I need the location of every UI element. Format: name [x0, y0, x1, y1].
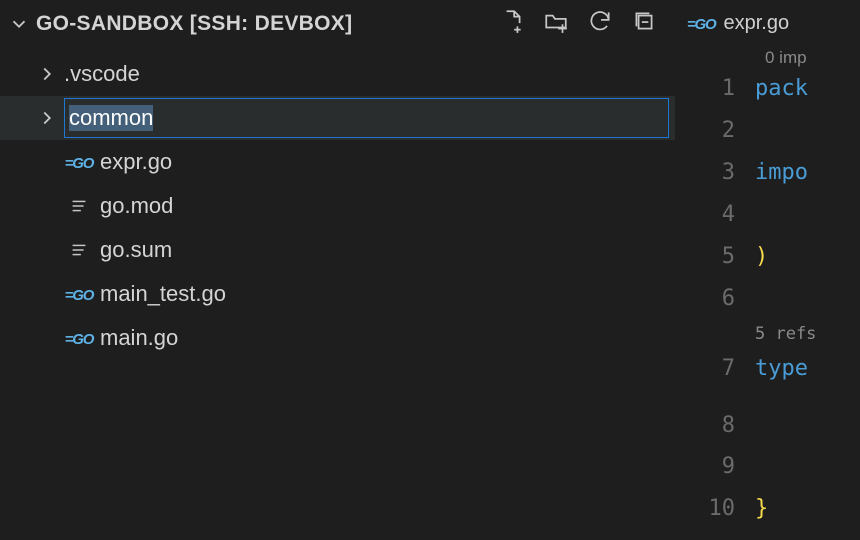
- codelens-refs[interactable]: 5 refs: [755, 320, 860, 348]
- editor-tabbar: =GO expr.go: [675, 0, 860, 46]
- collapse-all-icon[interactable]: [631, 8, 657, 40]
- line-gutter: 1 2 3 4 5 6 7 8 9 10: [675, 68, 755, 530]
- file-label: go.mod: [100, 193, 173, 219]
- codelens-imports[interactable]: 0 imp: [675, 48, 860, 68]
- new-folder-icon[interactable]: [543, 8, 569, 40]
- go-file-icon: =GO: [64, 153, 94, 172]
- file-go-sum[interactable]: go.sum: [0, 228, 675, 272]
- editor-pane: =GO expr.go 0 imp 1 2 3 4 5 6 7 8 9 10 p…: [675, 0, 860, 540]
- file-main-go[interactable]: =GO main.go: [0, 316, 675, 360]
- go-file-icon: =GO: [64, 329, 94, 348]
- file-label: main_test.go: [100, 281, 226, 307]
- explorer-sidebar: GO-SANDBOX [SSH: DEVBOX] .vscode: [0, 0, 675, 540]
- file-expr-go[interactable]: =GO expr.go: [0, 140, 675, 184]
- file-label: expr.go: [100, 149, 172, 175]
- file-label: main.go: [100, 325, 178, 351]
- go-file-icon: =GO: [64, 285, 94, 304]
- code-area[interactable]: 1 2 3 4 5 6 7 8 9 10 pack impo ) 5 refs …: [675, 68, 860, 530]
- chevron-down-icon[interactable]: [8, 13, 30, 35]
- explorer-header: GO-SANDBOX [SSH: DEVBOX]: [0, 0, 675, 44]
- folder-vscode[interactable]: .vscode: [0, 52, 675, 96]
- go-file-icon: =GO: [687, 12, 716, 35]
- chevron-right-icon: [36, 63, 58, 85]
- tab-filename: expr.go: [724, 12, 790, 35]
- explorer-title: GO-SANDBOX [SSH: DEVBOX]: [36, 12, 352, 36]
- folder-label: .vscode: [64, 61, 140, 87]
- file-main-test-go[interactable]: =GO main_test.go: [0, 272, 675, 316]
- text-file-icon: [64, 239, 94, 261]
- rename-input[interactable]: [64, 98, 669, 138]
- folder-rename-row[interactable]: [0, 96, 675, 140]
- refresh-icon[interactable]: [587, 8, 613, 40]
- chevron-right-icon: [36, 107, 58, 129]
- editor-tab[interactable]: =GO expr.go: [681, 0, 795, 46]
- file-label: go.sum: [100, 237, 172, 263]
- code-lines: pack impo ) 5 refs type }: [755, 68, 860, 530]
- file-go-mod[interactable]: go.mod: [0, 184, 675, 228]
- file-tree: .vscode =GO expr.go go.mod go.sum: [0, 44, 675, 360]
- new-file-icon[interactable]: [499, 8, 525, 40]
- text-file-icon: [64, 195, 94, 217]
